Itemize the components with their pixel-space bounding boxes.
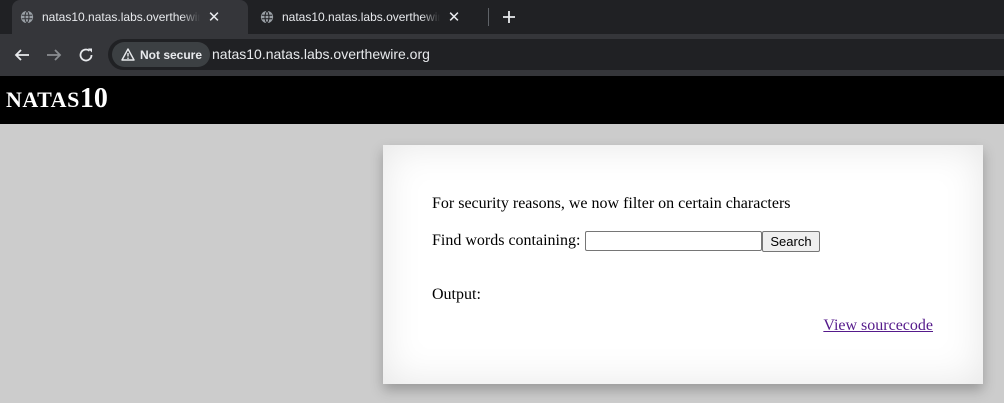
security-chip-label: Not secure: [140, 47, 203, 62]
reload-button[interactable]: [73, 42, 99, 68]
tab-active[interactable]: natas10.natas.labs.overthewire.org ✕: [12, 0, 248, 34]
search-button[interactable]: Search: [762, 231, 820, 252]
find-words-label: Find words containing:: [432, 232, 581, 249]
close-tab-icon[interactable]: ✕: [206, 9, 222, 25]
content-box: For security reasons, we now filter on c…: [383, 145, 983, 384]
tab-title: natas10.natas.labs.overthewire.org: [282, 10, 440, 24]
tab-title: natas10.natas.labs.overthewire.org: [42, 10, 200, 24]
address-bar[interactable]: Not secure natas10.natas.labs.overthewir…: [108, 39, 1004, 70]
page-header: NATAS10: [0, 76, 1004, 124]
globe-icon: [260, 10, 274, 24]
filter-notice: For security reasons, we now filter on c…: [432, 195, 791, 212]
tab-separator: [488, 8, 489, 26]
view-sourcecode-link[interactable]: View sourcecode: [823, 317, 933, 335]
arrow-left-icon: [14, 49, 29, 61]
tab-inactive[interactable]: natas10.natas.labs.overthewire.org ✕: [252, 0, 488, 34]
globe-icon: [20, 10, 34, 24]
forward-button[interactable]: [41, 42, 67, 68]
arrow-right-icon: [47, 49, 62, 61]
close-tab-icon[interactable]: ✕: [446, 9, 462, 25]
security-chip[interactable]: Not secure: [112, 42, 211, 67]
warning-icon: [121, 48, 135, 61]
output-label: Output:: [432, 286, 481, 303]
back-button[interactable]: [9, 42, 35, 68]
new-tab-button[interactable]: [499, 7, 519, 27]
page-title: NATAS10: [6, 83, 108, 115]
reload-icon: [79, 48, 93, 62]
url-text[interactable]: natas10.natas.labs.overthewire.org: [212, 46, 430, 62]
needle-input[interactable]: [585, 231, 762, 251]
tab-strip: natas10.natas.labs.overthewire.org ✕ nat…: [0, 0, 1004, 34]
page-title-number: 10: [79, 83, 108, 114]
browser-toolbar: Not secure natas10.natas.labs.overthewir…: [0, 34, 1004, 76]
plus-icon: [503, 11, 515, 23]
page-title-prefix: NATAS: [6, 87, 80, 112]
